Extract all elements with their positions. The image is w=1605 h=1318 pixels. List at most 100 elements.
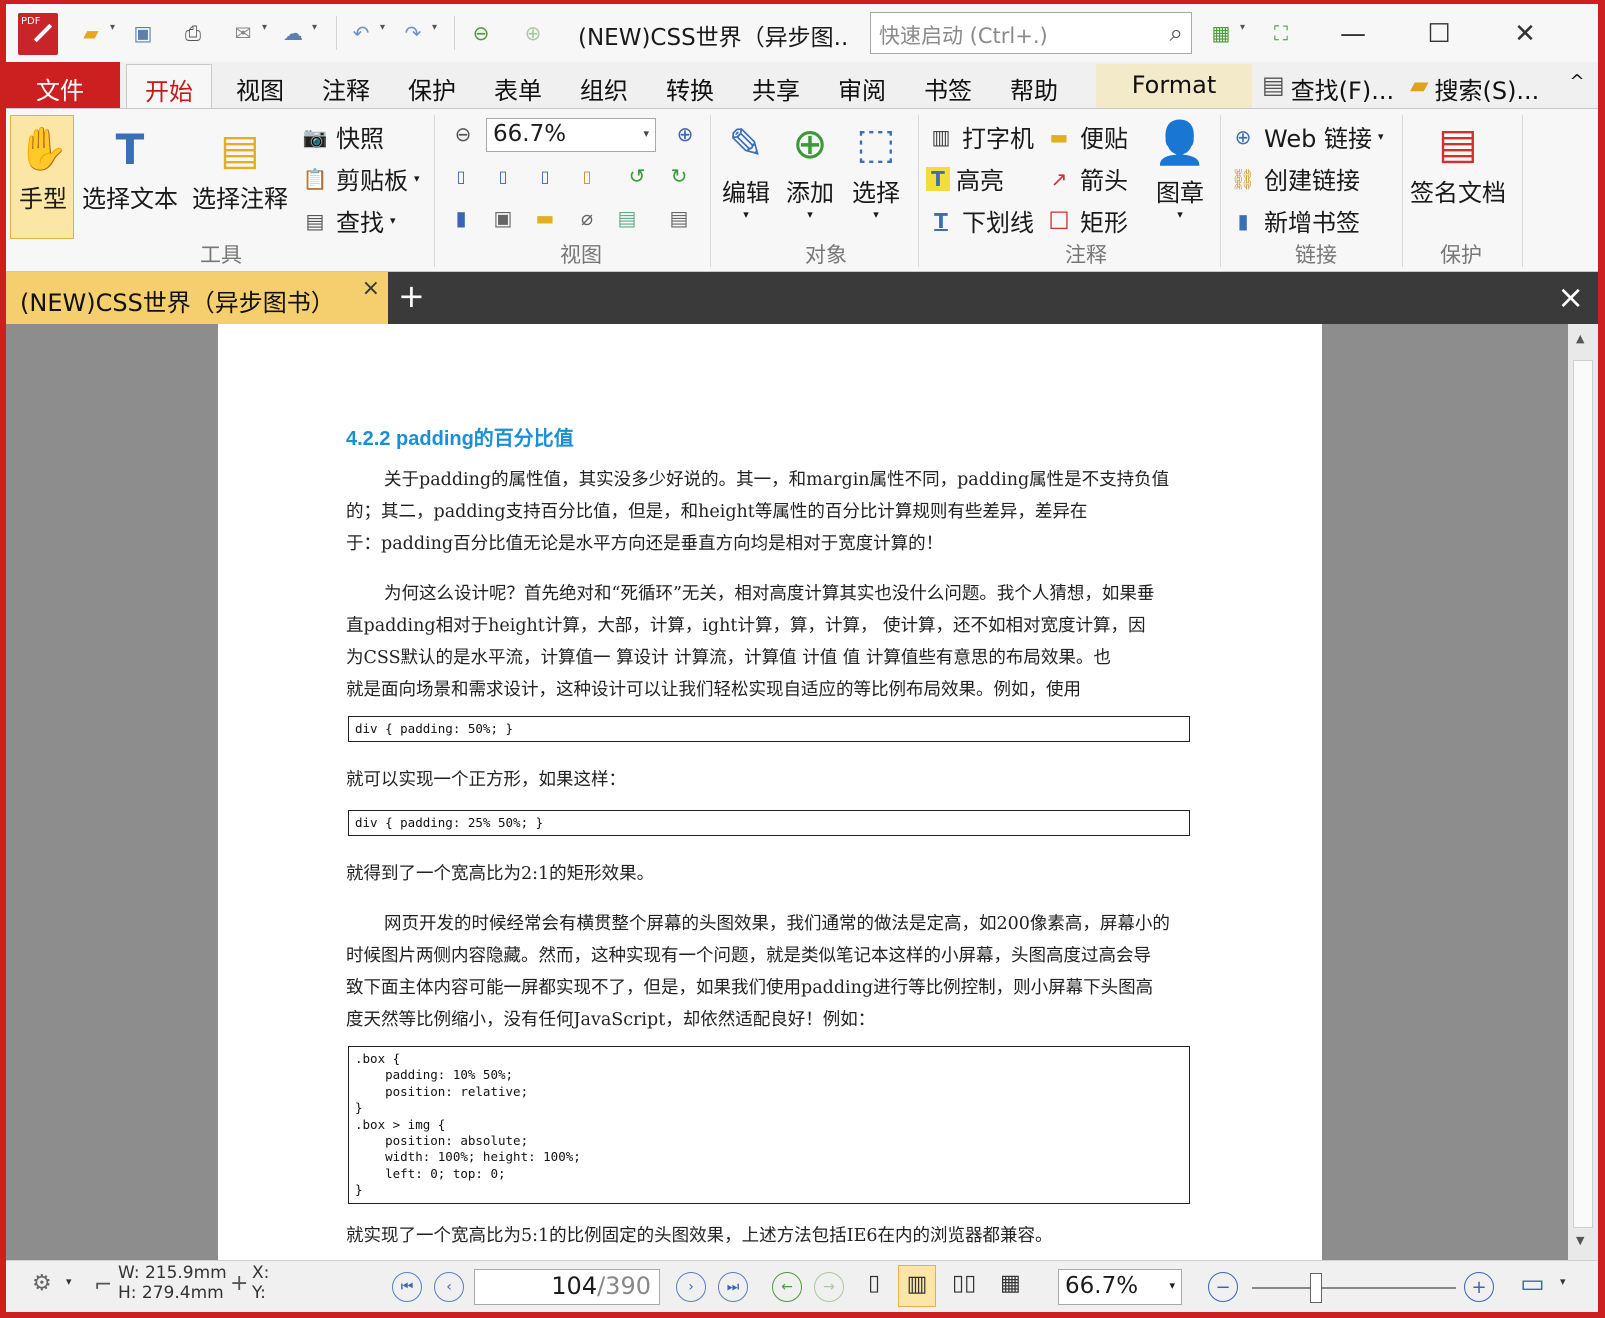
- continuous-facing-icon[interactable]: ▦: [1000, 1271, 1021, 1296]
- last-page-icon[interactable]: ⏭: [718, 1272, 748, 1302]
- facing-page-icon[interactable]: ▯▯: [952, 1271, 976, 1296]
- tab-home[interactable]: 开始: [126, 64, 212, 108]
- select-text-button[interactable]: T 选择文本: [82, 119, 178, 214]
- fullscreen-icon[interactable]: ⛶: [1266, 18, 1296, 48]
- first-page-icon[interactable]: ⏮: [392, 1272, 422, 1302]
- rotate-right-icon[interactable]: ↻: [664, 161, 694, 191]
- bookmark-icon[interactable]: ▮: [446, 203, 476, 233]
- search-menu[interactable]: ▰ 搜索(S)...: [1410, 64, 1560, 108]
- scroll-down-icon[interactable]: ▼: [1576, 1234, 1584, 1247]
- previous-view-icon[interactable]: ←: [772, 1272, 802, 1302]
- zoom-in-icon[interactable]: ⊕: [670, 119, 700, 149]
- prev-page-icon[interactable]: ‹: [434, 1272, 464, 1302]
- add-bookmark-button[interactable]: ▮ 新增书签: [1228, 203, 1360, 238]
- tab-convert[interactable]: 转换: [650, 64, 730, 108]
- rotate-left-icon[interactable]: ↺: [622, 161, 652, 191]
- email-dropdown-icon[interactable]: ▾: [262, 22, 267, 33]
- create-link-button[interactable]: ⛓ 创建链接: [1228, 161, 1360, 196]
- find-button[interactable]: ▤ 查找 ▾: [300, 203, 396, 238]
- clipboard-button[interactable]: 📋 剪贴板 ▾: [300, 161, 420, 196]
- zoom-select[interactable]: 66.7% ▾: [486, 118, 656, 152]
- save-icon[interactable]: ▣: [128, 18, 158, 48]
- undo-dropdown-icon[interactable]: ▾: [380, 22, 385, 33]
- tab-review[interactable]: 审阅: [822, 64, 902, 108]
- layers-icon[interactable]: ▤: [612, 203, 642, 233]
- collapse-ribbon-icon[interactable]: ^: [1562, 64, 1592, 108]
- arrow-button[interactable]: ↗ 箭头: [1044, 161, 1128, 196]
- next-page-icon[interactable]: ›: [676, 1272, 706, 1302]
- tab-share[interactable]: 共享: [736, 64, 816, 108]
- attachment-icon[interactable]: ⌀: [572, 203, 602, 233]
- tab-protect[interactable]: 保护: [392, 64, 472, 108]
- find-menu[interactable]: ▤ 查找(F)...: [1262, 64, 1402, 108]
- redo-dropdown-icon[interactable]: ▾: [432, 22, 437, 33]
- cloud-dropdown-icon[interactable]: ▾: [312, 22, 317, 33]
- typewriter-button[interactable]: ▥ 打字机: [926, 119, 1034, 154]
- chevron-down-icon[interactable]: ▾: [66, 1275, 72, 1288]
- open-folder-icon[interactable]: ▰: [76, 18, 106, 48]
- zoom-in-icon[interactable]: +: [1464, 1272, 1494, 1302]
- edit-object-button[interactable]: ✎ 编辑 ▾: [718, 113, 774, 222]
- customize-dropdown-icon[interactable]: ▾: [1240, 22, 1245, 33]
- tab-comment[interactable]: 注释: [306, 64, 386, 108]
- zoom-out-icon[interactable]: ⊖: [448, 119, 478, 149]
- tab-form[interactable]: 表单: [478, 64, 558, 108]
- search-icon[interactable]: ⌕: [1170, 19, 1183, 47]
- add-object-button[interactable]: ⊕ 添加 ▾: [782, 113, 838, 222]
- tab-bookmark[interactable]: 书签: [908, 64, 988, 108]
- fit-width-icon[interactable]: ▯: [530, 161, 560, 191]
- select-object-button[interactable]: ⬚ 选择 ▾: [848, 113, 904, 222]
- email-icon[interactable]: ✉: [228, 18, 258, 48]
- close-all-icon[interactable]: ×: [1557, 278, 1584, 316]
- vertical-scrollbar[interactable]: ▲ ▼: [1568, 324, 1598, 1260]
- cloud-icon[interactable]: ☁: [278, 18, 308, 48]
- scroll-up-icon[interactable]: ▲: [1576, 332, 1584, 345]
- chevron-down-icon[interactable]: ▾: [1560, 1275, 1566, 1288]
- single-page-icon[interactable]: ▯: [868, 1271, 880, 1296]
- underline-button[interactable]: T 下划线: [926, 203, 1034, 238]
- print-icon[interactable]: ⎙: [178, 18, 208, 48]
- next-view-icon[interactable]: →: [814, 1272, 844, 1302]
- web-link-button[interactable]: ⊕ Web 链接 ▾: [1228, 119, 1384, 154]
- document-tab[interactable]: (NEW)CSS世界（异步图书） ×: [6, 272, 388, 324]
- undo-icon[interactable]: ↶: [346, 18, 376, 48]
- zoom-out-icon[interactable]: −: [1208, 1272, 1238, 1302]
- close-tab-icon[interactable]: ×: [362, 276, 380, 301]
- tab-help[interactable]: 帮助: [994, 64, 1074, 108]
- zoom-slider-thumb[interactable]: [1310, 1273, 1322, 1303]
- fit-visible-icon[interactable]: ▯: [572, 161, 602, 191]
- maximize-icon[interactable]: ☐: [1414, 14, 1464, 54]
- tab-organize[interactable]: 组织: [564, 64, 644, 108]
- page-number-input[interactable]: 104/390: [474, 1269, 660, 1305]
- forward-icon[interactable]: ⊕: [518, 18, 548, 48]
- hand-tool[interactable]: ✋ 手型: [12, 119, 74, 214]
- select-annotation-button[interactable]: ▤ 选择注释: [192, 119, 288, 214]
- document-viewport[interactable]: 4.2.2 padding的百分比值 关于padding的属性值，其实没多少好说…: [6, 324, 1598, 1260]
- tab-format[interactable]: Format: [1096, 64, 1252, 108]
- status-zoom-select[interactable]: 66.7% ▾: [1058, 1269, 1182, 1305]
- actual-size-icon[interactable]: ▯: [446, 161, 476, 191]
- tab-view[interactable]: 视图: [220, 64, 300, 108]
- comment-icon[interactable]: ▬: [530, 203, 560, 233]
- note-button[interactable]: ▬ 便贴: [1044, 119, 1128, 154]
- quick-launch-input[interactable]: 快速启动 (Ctrl+.) ⌕: [870, 12, 1192, 54]
- settings-page-icon[interactable]: ▤: [664, 203, 694, 233]
- continuous-page-icon[interactable]: ▥: [898, 1265, 936, 1307]
- new-tab-icon[interactable]: +: [398, 280, 425, 312]
- scroll-thumb[interactable]: [1573, 360, 1593, 1228]
- customize-icon[interactable]: ▦: [1206, 18, 1236, 48]
- snapshot-button[interactable]: 📷 快照: [300, 119, 384, 154]
- zoom-slider-track[interactable]: [1252, 1287, 1456, 1289]
- back-icon[interactable]: ⊖: [466, 18, 496, 48]
- sign-document-button[interactable]: ▤ 签名文档: [1410, 113, 1506, 208]
- gear-icon[interactable]: ⚙: [32, 1271, 52, 1296]
- fullscreen-view-icon[interactable]: ▭: [1520, 1269, 1545, 1299]
- stamp-button[interactable]: 👤 图章 ▾: [1152, 113, 1208, 221]
- open-dropdown-icon[interactable]: ▾: [110, 22, 115, 33]
- tab-file[interactable]: 文件: [0, 62, 120, 108]
- fit-page-icon[interactable]: ▯: [488, 161, 518, 191]
- redo-icon[interactable]: ↷: [398, 18, 428, 48]
- rectangle-button[interactable]: ☐ 矩形: [1044, 203, 1128, 238]
- minimize-icon[interactable]: —: [1328, 14, 1378, 54]
- pages-icon[interactable]: ▣: [488, 203, 518, 233]
